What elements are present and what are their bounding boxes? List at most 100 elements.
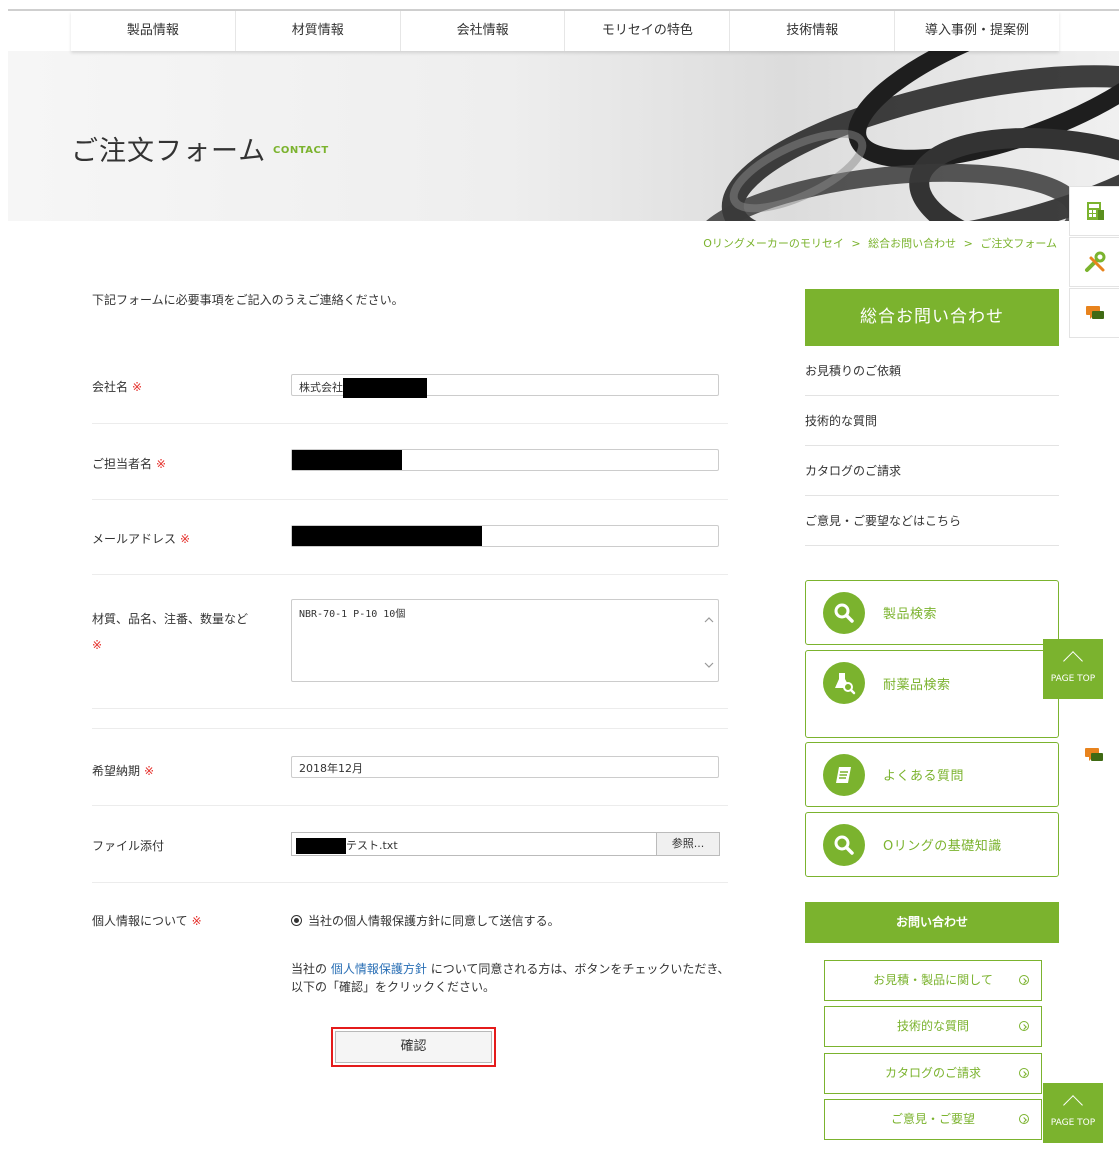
- nav-item-products[interactable]: 製品情報: [71, 11, 236, 51]
- sidebar-box-label: Oリングの基礎知識: [883, 839, 1002, 854]
- sidebar-contact-quote[interactable]: お見積・製品に関して: [824, 960, 1042, 1001]
- calculator-icon: [1086, 202, 1104, 220]
- required-mark: ※: [180, 532, 191, 546]
- sidebar-contact-tech[interactable]: 技術的な質問: [824, 1006, 1042, 1047]
- redaction: [296, 838, 346, 854]
- flask-search-icon: [835, 673, 856, 695]
- confirm-button[interactable]: 確認: [335, 1031, 492, 1063]
- company-input[interactable]: 株式会社: [291, 374, 719, 398]
- hero-banner: ご注文フォーム CONTACT: [8, 51, 1119, 221]
- file-name-field[interactable]: テスト.txt: [291, 832, 656, 856]
- side-shortcuts: [1069, 186, 1119, 339]
- side-tab-tools[interactable]: [1069, 237, 1119, 287]
- arrow-circle-icon: [1019, 975, 1029, 985]
- page-top-label: PAGE TOP: [1050, 674, 1096, 684]
- global-nav: 製品情報 材質情報 会社情報 モリセイの特色 技術情報 導入事例・提案例: [71, 11, 1059, 51]
- sidebar-box-chemical-search[interactable]: 耐薬品検索: [805, 650, 1059, 738]
- breadcrumb-current: ご注文フォーム: [980, 237, 1057, 250]
- details-value: NBR-70-1 P-10 10個: [299, 609, 406, 620]
- email-input[interactable]: [291, 525, 719, 547]
- delivery-value: 2018年12月: [299, 762, 363, 775]
- arrow-circle-icon: [1019, 1068, 1029, 1078]
- sidebar-contact-label: 技術的な質問: [896, 1019, 969, 1033]
- required-mark: ※: [132, 380, 143, 394]
- file-browse-button[interactable]: 参照...: [656, 832, 720, 856]
- redaction: [343, 378, 427, 398]
- side-tab-calculator[interactable]: [1069, 186, 1119, 236]
- sidebar-contact-label: お見積・製品に関して: [873, 973, 993, 987]
- form-intro: 下記フォームに必要事項をご記入のうえご連絡ください。: [92, 293, 404, 307]
- sidebar-box-product-search[interactable]: 製品検索: [805, 580, 1059, 645]
- search-icon: [834, 603, 854, 623]
- breadcrumb-contact[interactable]: 総合お問い合わせ: [868, 237, 956, 250]
- side-tab-chat[interactable]: [1069, 288, 1119, 338]
- nav-item-tech[interactable]: 技術情報: [730, 11, 896, 51]
- email-label: メールアドレス ※: [92, 532, 191, 546]
- confirm-button-highlight: 確認: [331, 1027, 496, 1067]
- page-top-label: PAGE TOP: [1050, 1118, 1096, 1128]
- file-label: ファイル添付: [92, 839, 165, 853]
- required-mark: ※: [156, 457, 167, 471]
- redaction: [292, 526, 482, 546]
- required-mark: ※: [191, 914, 202, 928]
- breadcrumb-separator: >: [851, 237, 861, 250]
- required-mark: ※: [92, 638, 103, 652]
- breadcrumb: Oリングメーカーのモリセイ > 総合お問い合わせ > ご注文フォーム: [701, 235, 1059, 251]
- nav-item-materials[interactable]: 材質情報: [236, 11, 401, 51]
- privacy-agree-radio[interactable]: 当社の個人情報保護方針に同意して送信する。: [291, 912, 560, 929]
- privacy-policy-link[interactable]: 個人情報保護方針: [331, 962, 427, 976]
- nav-item-features[interactable]: モリセイの特色: [565, 11, 731, 51]
- chat-icon: [1085, 306, 1104, 319]
- details-label: 材質、品名、注番、数量など ※: [92, 612, 249, 652]
- sidebar-contact-catalog[interactable]: カタログのご請求: [824, 1053, 1042, 1094]
- tools-icon: [1084, 251, 1105, 272]
- search-icon: [834, 835, 854, 855]
- form-row-file: ファイル添付 テスト.txt 参照...: [92, 806, 728, 883]
- page-top-button-bottom[interactable]: PAGE TOP: [1043, 1083, 1103, 1143]
- sidebar-box-label: 製品検索: [883, 607, 938, 622]
- sidebar-link-tech[interactable]: 技術的な質問: [805, 396, 1059, 446]
- delivery-label: 希望納期 ※: [92, 764, 155, 778]
- delivery-input[interactable]: 2018年12月: [291, 756, 719, 778]
- page-title: ご注文フォーム: [71, 136, 267, 167]
- page-top-button[interactable]: PAGE TOP: [1043, 639, 1103, 699]
- sidebar-contact-label: ご意見・ご要望: [890, 1112, 975, 1126]
- file-name-value: テスト.txt: [346, 839, 398, 852]
- nav-item-company[interactable]: 会社情報: [401, 11, 566, 51]
- nav-item-cases[interactable]: 導入事例・提案例: [895, 11, 1059, 51]
- contact-label: ご担当者名 ※: [92, 457, 167, 471]
- sidebar-heading[interactable]: 総合お問い合わせ: [805, 289, 1059, 346]
- chat-icon: [1085, 748, 1103, 761]
- breadcrumb-home[interactable]: Oリングメーカーのモリセイ: [703, 237, 844, 250]
- sidebar-link-quote[interactable]: お見積りのご依頼: [805, 346, 1059, 396]
- notebook-icon: [836, 766, 851, 783]
- company-label: 会社名 ※: [92, 380, 143, 394]
- sidebar-link-catalog[interactable]: カタログのご請求: [805, 446, 1059, 496]
- sidebar-link-feedback[interactable]: ご意見・ご要望などはこちら: [805, 496, 1059, 546]
- form-row-company: 会社名 ※ 株式会社: [92, 345, 728, 424]
- form-row-email: メールアドレス ※: [92, 500, 728, 575]
- chevron-up-icon: [1063, 1095, 1083, 1115]
- arrow-circle-icon: [1019, 1021, 1029, 1031]
- page-subtitle: CONTACT: [273, 145, 329, 156]
- form-row-details: 材質、品名、注番、数量など ※ NBR-70-1 P-10 10個: [92, 575, 728, 709]
- details-textarea[interactable]: NBR-70-1 P-10 10個: [291, 599, 719, 682]
- company-value: 株式会社: [299, 381, 343, 394]
- privacy-label: 個人情報について ※: [92, 914, 202, 928]
- textarea-scroll-arrows[interactable]: [704, 608, 714, 674]
- sidebar-box-label: 耐薬品検索: [883, 678, 951, 693]
- privacy-note: 当社の 個人情報保護方針 について同意される方は、ボタンをチェックいただき、 以…: [291, 962, 730, 994]
- chevron-up-icon: [1063, 651, 1083, 671]
- side-tab-chat-secondary[interactable]: [1069, 730, 1119, 780]
- form-row-contact: ご担当者名 ※: [92, 424, 728, 500]
- sidebar-box-faq[interactable]: よくある質問: [805, 742, 1059, 807]
- form-row-delivery: 希望納期 ※ 2018年12月: [92, 729, 728, 806]
- sidebar-contact-label: カタログのご請求: [884, 1066, 981, 1080]
- sidebar-contact-feedback[interactable]: ご意見・ご要望: [824, 1099, 1042, 1140]
- radio-selected-icon[interactable]: [291, 915, 302, 926]
- contact-input[interactable]: [291, 449, 719, 471]
- file-input[interactable]: テスト.txt 参照...: [291, 832, 721, 856]
- sidebar-box-oring-basics[interactable]: Oリングの基礎知識: [805, 812, 1059, 877]
- required-mark: ※: [144, 764, 155, 778]
- form-row-spacer: [92, 709, 728, 729]
